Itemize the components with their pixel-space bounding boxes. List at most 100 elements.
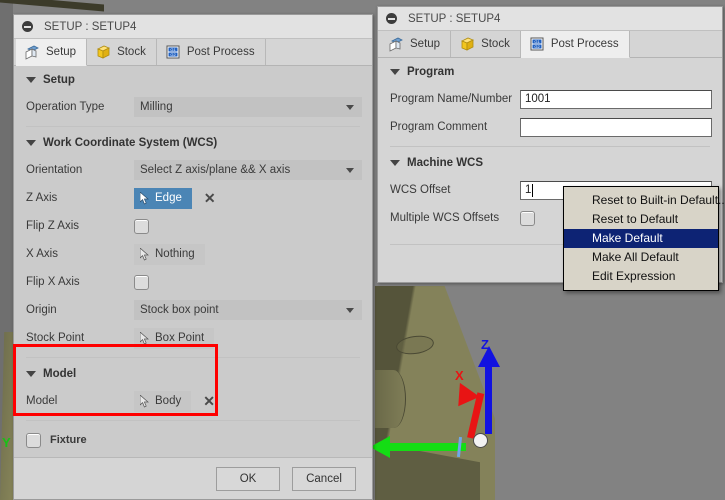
multiple-wcs-offsets-label: Multiple WCS Offsets	[390, 212, 500, 224]
axis-y-arrowhead	[370, 436, 390, 458]
left-dialog-tabstrip: Setup Stock G1 G2 Post Process	[14, 39, 372, 66]
text-caret	[532, 183, 534, 197]
context-menu-item-reset-to-default[interactable]: Reset to Default	[564, 210, 718, 229]
section-wcs-header[interactable]: Work Coordinate System (WCS)	[14, 129, 372, 156]
x-axis-label: X Axis	[26, 248, 58, 260]
context-menu-item-make-all-default[interactable]: Make All Default	[564, 248, 718, 267]
operation-type-value: Milling	[140, 101, 173, 113]
row-stock-point: Stock Point Box Point	[14, 324, 372, 352]
row-x-axis: X Axis Nothing	[14, 240, 372, 268]
pointer-cursor-icon	[140, 394, 149, 407]
chevron-down-icon	[346, 105, 354, 110]
context-menu-item-edit-expression[interactable]: Edit Expression	[564, 267, 718, 286]
section-model-title: Model	[43, 368, 77, 380]
tab-setup-label: Setup	[46, 46, 77, 58]
flip-x-axis-label: Flip X Axis	[26, 276, 80, 288]
x-axis-select-button[interactable]: Nothing	[134, 243, 205, 265]
stock-box-icon	[97, 45, 111, 59]
program-comment-input[interactable]	[520, 117, 712, 137]
program-name-number-label: Program Name/Number	[390, 93, 513, 105]
divider	[26, 126, 360, 127]
section-model-header[interactable]: Model	[14, 360, 372, 387]
fixture-checkbox[interactable]	[26, 432, 41, 448]
row-fixture: Fixture	[14, 423, 372, 454]
origin-value: Stock box point	[140, 304, 219, 316]
row-program-comment: Program Comment	[378, 113, 722, 141]
row-origin: Origin Stock box point	[14, 296, 372, 324]
program-name-number-value: 1001	[525, 93, 551, 105]
axis-y-arrow[interactable]	[388, 443, 466, 451]
context-menu-item-reset-to-builtin-default[interactable]: Reset to Built-in Default...	[564, 191, 725, 210]
wcs-origin-handle[interactable]	[473, 433, 488, 448]
ok-button[interactable]: OK	[216, 466, 280, 491]
cancel-button[interactable]: Cancel	[292, 466, 356, 491]
multiple-wcs-offsets-checkbox[interactable]	[520, 210, 535, 226]
setup-dialog-left: SETUP : SETUP4 Setup Stock G1 G2 Post Pr…	[13, 14, 373, 500]
row-program-name-number: Program Name/Number 1001	[378, 85, 722, 113]
cad-part-slot	[375, 370, 406, 428]
wcs-offset-context-menu[interactable]: Reset to Built-in Default... Reset to De…	[563, 186, 725, 291]
row-flip-z-axis: Flip Z Axis	[14, 212, 372, 240]
orientation-select[interactable]: Select Z axis/plane && X axis	[134, 160, 362, 180]
pointer-cursor-icon	[140, 191, 149, 204]
flip-z-axis-checkbox[interactable]	[134, 218, 149, 234]
fixture-label: Fixture	[50, 434, 87, 446]
collapse-icon[interactable]	[386, 13, 397, 24]
tab-stock[interactable]: Stock	[451, 31, 521, 57]
pointer-cursor-icon	[140, 247, 149, 260]
tab-post-process-label: Post Process	[550, 38, 619, 50]
context-menu-item-make-default[interactable]: Make Default	[564, 229, 718, 248]
operation-type-select[interactable]: Milling	[134, 97, 362, 117]
tab-setup-label: Setup	[410, 38, 441, 50]
section-wcs-title: Work Coordinate System (WCS)	[43, 137, 218, 149]
tab-setup[interactable]: Setup	[16, 39, 88, 66]
model-clear-icon[interactable]: ✕	[203, 394, 215, 408]
row-flip-x-axis: Flip X Axis	[14, 268, 372, 296]
z-axis-value: Edge	[155, 192, 182, 204]
section-setup-header[interactable]: Setup	[14, 66, 372, 93]
app-root: Y X Z SETUP : SETUP4 Setup Stock G1 G2 P…	[0, 0, 725, 500]
stock-point-label: Stock Point	[26, 332, 85, 344]
divider	[26, 420, 360, 421]
axis-z-arrow[interactable]	[485, 362, 492, 434]
collapse-icon[interactable]	[22, 21, 33, 32]
tab-post-process[interactable]: G1 G2 Post Process	[520, 31, 630, 58]
section-program-title: Program	[407, 66, 455, 78]
tab-setup[interactable]: Setup	[380, 31, 452, 57]
tab-post-process-label: Post Process	[186, 46, 255, 58]
axis-z-label: Z	[481, 337, 489, 352]
program-name-number-input[interactable]: 1001	[520, 89, 712, 109]
origin-label: Origin	[26, 304, 57, 316]
section-machine-wcs-header[interactable]: Machine WCS	[378, 149, 722, 176]
axis-x-label: X	[455, 368, 464, 383]
cad-part-bottom-edge	[0, 0, 104, 12]
tab-stock-label: Stock	[117, 46, 146, 58]
tab-stock[interactable]: Stock	[87, 39, 157, 65]
stock-point-value: Box Point	[155, 332, 205, 344]
setup-box-icon	[389, 37, 403, 52]
left-dialog-titlebar[interactable]: SETUP : SETUP4	[14, 15, 372, 39]
z-axis-select-button[interactable]: Edge	[134, 187, 192, 209]
right-dialog-titlebar[interactable]: SETUP : SETUP4	[378, 7, 722, 31]
model-label: Model	[26, 395, 58, 407]
row-orientation: Orientation Select Z axis/plane && X axi…	[14, 156, 372, 184]
orientation-value: Select Z axis/plane && X axis	[140, 164, 291, 176]
row-model: Model Body ✕	[14, 387, 372, 415]
x-axis-value: Nothing	[155, 248, 195, 260]
z-axis-clear-icon[interactable]: ✕	[204, 191, 216, 205]
row-z-axis: Z Axis Edge ✕	[14, 184, 372, 212]
section-machine-wcs-title: Machine WCS	[407, 157, 484, 169]
stock-point-select-button[interactable]: Box Point	[134, 327, 215, 349]
flip-x-axis-checkbox[interactable]	[134, 274, 149, 290]
model-select-button[interactable]: Body	[134, 390, 192, 412]
divider	[390, 146, 710, 147]
post-process-gcode-icon: G1 G2	[166, 45, 180, 59]
chevron-down-icon	[26, 140, 36, 146]
wcs-offset-value: 1	[525, 184, 532, 196]
section-program-header[interactable]: Program	[378, 58, 722, 85]
stock-box-icon	[461, 37, 475, 51]
tab-post-process[interactable]: G1 G2 Post Process	[157, 39, 266, 65]
origin-select[interactable]: Stock box point	[134, 300, 362, 320]
chevron-down-icon	[390, 69, 400, 75]
left-dialog-footer: OK Cancel	[14, 457, 372, 499]
